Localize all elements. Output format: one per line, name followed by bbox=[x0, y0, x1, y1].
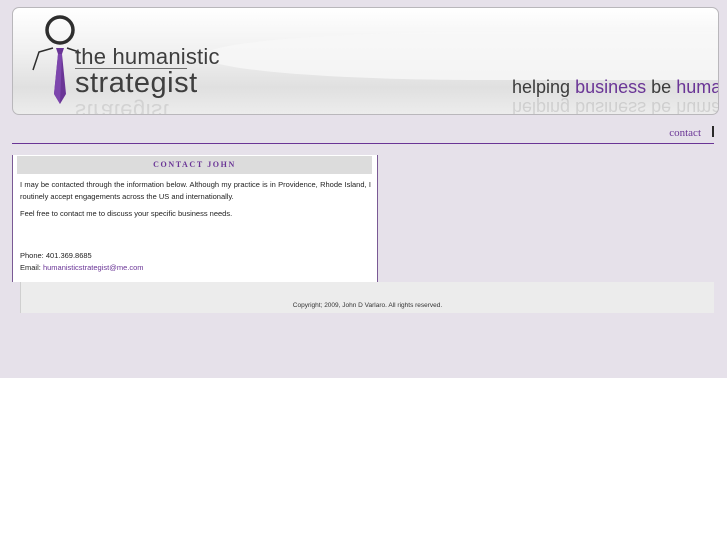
intro-paragraph: I may be contacted through the informati… bbox=[20, 180, 371, 201]
tagline-word-2: business bbox=[575, 77, 647, 97]
tagline: helping business be human bbox=[512, 77, 718, 98]
logo-line-1: the humanistic bbox=[75, 44, 220, 69]
tagline-reflection: helping business be human bbox=[512, 98, 718, 115]
tagline-reflect-1: helping bbox=[512, 98, 571, 115]
logo-reflection: strategist bbox=[75, 99, 170, 115]
panel-title: CONTACT JOHN bbox=[17, 156, 372, 174]
nav-contact-link[interactable]: contact bbox=[669, 127, 701, 139]
tagline-word-3: be bbox=[651, 77, 672, 97]
header-swoosh bbox=[203, 32, 718, 80]
tagline-reflect-4: human bbox=[676, 98, 718, 115]
tagline-word-4: human bbox=[676, 77, 718, 97]
email-link[interactable]: humanisticstrategist@me.com bbox=[43, 263, 144, 272]
logo-wordmark[interactable]: the humanistic strategist bbox=[75, 44, 220, 99]
site-header: the humanistic strategist strategist hel… bbox=[12, 7, 719, 115]
logo-line-2: strategist bbox=[75, 67, 198, 99]
nav-separator bbox=[712, 126, 714, 137]
email-label: Email: bbox=[20, 263, 41, 272]
invite-paragraph: Feel free to contact me to discuss your … bbox=[20, 209, 233, 218]
email-line: Email: humanisticstrategist@me.com bbox=[20, 262, 144, 274]
logo-divider bbox=[75, 68, 187, 69]
tagline-reflect-3: be bbox=[651, 98, 672, 115]
tagline-word-1: helping bbox=[512, 77, 571, 97]
top-nav: contact bbox=[12, 124, 714, 144]
contact-details: Phone: 401.369.8685 Email: humanisticstr… bbox=[20, 250, 144, 274]
phone-number: Phone: 401.369.8685 bbox=[20, 251, 92, 260]
site-footer: Copyright; 2009, John D Varlaro. All rig… bbox=[20, 282, 714, 313]
tagline-reflect-2: business bbox=[575, 98, 647, 115]
copyright-text: Copyright; 2009, John D Varlaro. All rig… bbox=[292, 302, 443, 309]
contact-panel: CONTACT JOHN I may be contacted through … bbox=[12, 155, 378, 282]
